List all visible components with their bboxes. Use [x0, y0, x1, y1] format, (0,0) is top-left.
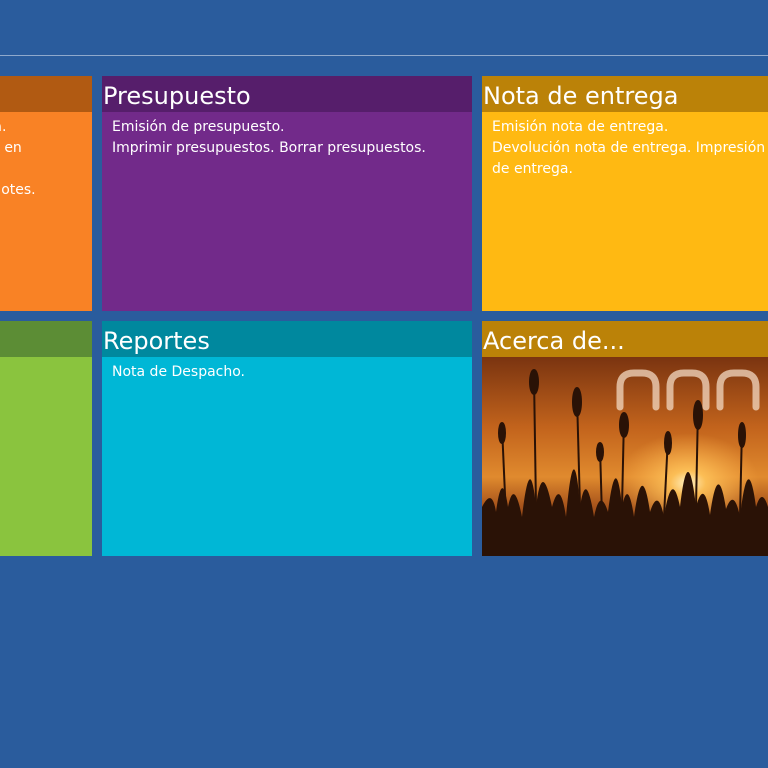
- tile-header: Nota de entrega: [482, 76, 768, 112]
- tile-description: Emisión nota de entrega. Devolución nota…: [492, 119, 766, 177]
- tile-header: Reportes: [102, 321, 472, 357]
- sunset-photo: [482, 357, 768, 556]
- tile-title: Nota de entrega: [483, 82, 679, 110]
- tile-acerca-de[interactable]: Acerca de...: [482, 321, 768, 556]
- tile-reportes[interactable]: Reportes Nota de Despacho.: [102, 321, 472, 556]
- top-divider: [0, 55, 768, 56]
- tile-header: Acerca de...: [482, 321, 768, 357]
- tile-header: Presupuesto: [102, 76, 472, 112]
- tile-header: [0, 321, 92, 357]
- tile-title: Acerca de...: [483, 327, 625, 355]
- tile-header: [0, 76, 92, 112]
- tile-description: Emisión de presupuesto. Imprimir presupu…: [112, 119, 426, 156]
- tile-presupuesto[interactable]: Presupuesto Emisión de presupuesto. Impr…: [102, 76, 472, 311]
- tile-partial-green[interactable]: [0, 321, 92, 556]
- tile-nota-de-entrega[interactable]: Nota de entrega Emisión nota de entrega.…: [482, 76, 768, 311]
- tile-description: ita. as en n lotes.: [0, 119, 36, 198]
- tile-title: Reportes: [103, 327, 210, 355]
- tile-title: Presupuesto: [103, 82, 251, 110]
- tile-partial-orange[interactable]: ita. as en n lotes.: [0, 76, 92, 311]
- tile-description: Nota de Despacho.: [112, 364, 245, 380]
